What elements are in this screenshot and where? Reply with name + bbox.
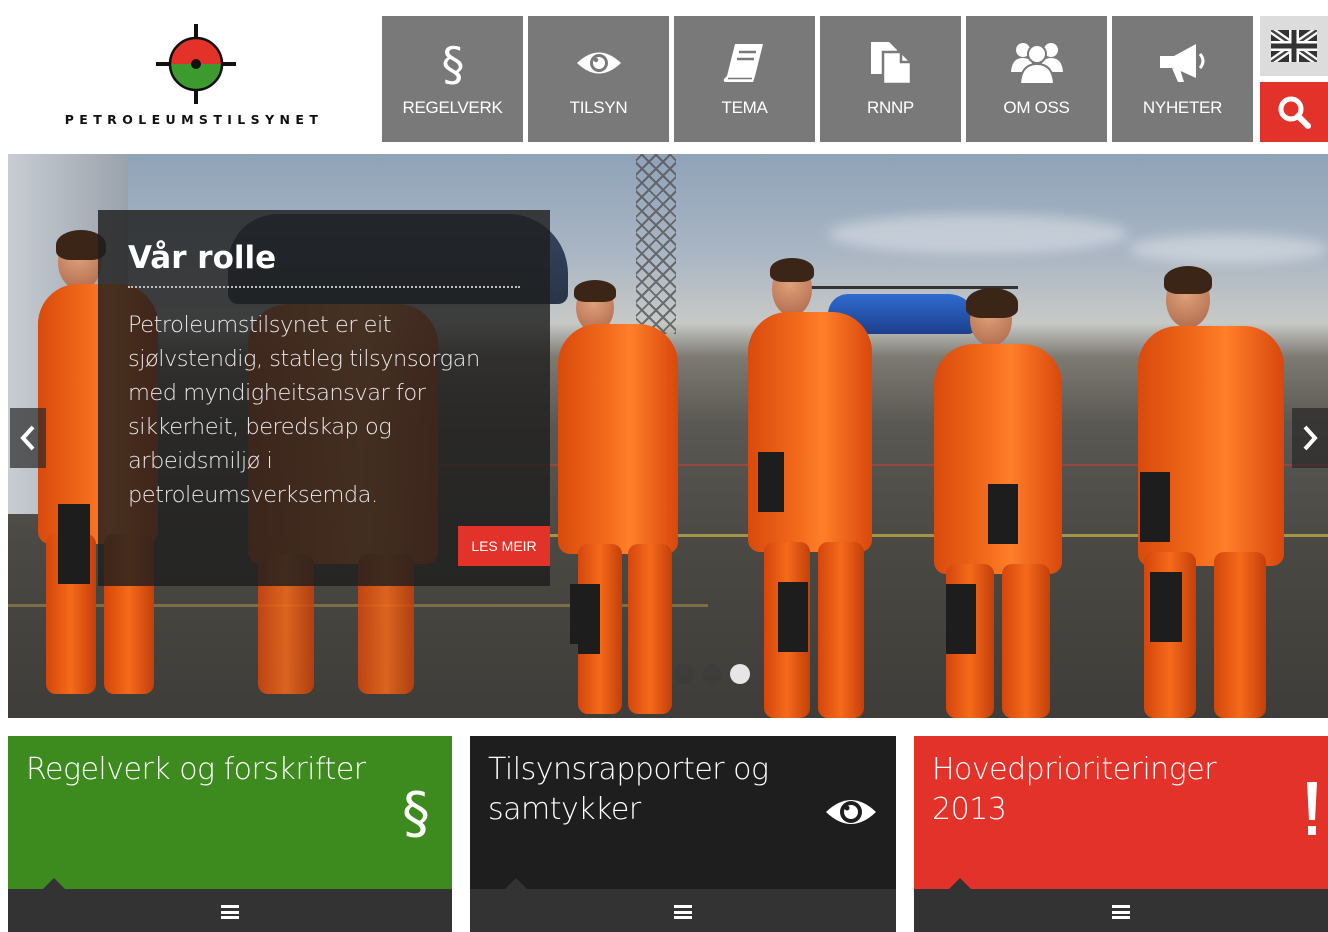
section-icon: §	[400, 780, 432, 846]
eye-icon	[528, 38, 669, 88]
cloud	[828, 214, 1128, 254]
logo-text: PETROLEUMSTILSYNET	[64, 112, 324, 127]
nav-regelverk[interactable]: § REGELVERK	[382, 16, 523, 142]
chevron-right-icon	[1303, 425, 1318, 451]
nav-om-oss[interactable]: OM OSS	[966, 16, 1107, 142]
tile-title: Tilsynsrapporter og samtykker	[488, 752, 769, 827]
person-figure	[748, 258, 878, 718]
tile-hovedprioriteringer[interactable]: Hovedprioriteringer 2013	[914, 736, 1328, 932]
carousel-indicators	[674, 664, 750, 684]
tile-tilsynsrapporter[interactable]: Tilsynsrapporter og samtykker	[470, 736, 896, 932]
exclamation-icon	[1302, 780, 1322, 845]
hamburger-menu-icon	[1112, 905, 1130, 919]
tile-header: Tilsynsrapporter og samtykker	[470, 736, 896, 889]
nav-label: NYHETER	[1142, 98, 1223, 117]
nav-nyheter[interactable]: NYHETER	[1112, 16, 1253, 142]
tile-title: Hovedprioriteringer 2013	[932, 752, 1217, 827]
hamburger-menu-icon	[674, 905, 692, 919]
nav-label: OM OSS	[1003, 98, 1070, 117]
nav-tema[interactable]: TEMA	[674, 16, 815, 142]
carousel-prev-button[interactable]	[10, 408, 46, 468]
tile-header: Hovedprioriteringer 2013	[914, 736, 1328, 889]
person-figure	[558, 280, 698, 718]
nav-tilsyn[interactable]: TILSYN	[528, 16, 669, 142]
search-icon	[1278, 96, 1311, 129]
megaphone-icon	[1112, 38, 1253, 88]
svg-text:§: §	[441, 38, 464, 88]
nav-label: TEMA	[721, 98, 768, 117]
eye-icon	[824, 794, 878, 835]
svg-text:§: §	[402, 781, 430, 840]
carousel-dot[interactable]	[674, 664, 694, 684]
tile-title: Regelverk og forskrifter	[26, 752, 366, 787]
person-figure	[1130, 266, 1290, 718]
carousel-next-button[interactable]	[1292, 408, 1328, 468]
tile-menu-bar[interactable]	[8, 889, 452, 932]
carousel-dot-active[interactable]	[730, 664, 750, 684]
documents-icon	[820, 38, 961, 88]
nav-label: RNNP	[867, 98, 914, 117]
site-logo[interactable]: PETROLEUMSTILSYNET	[8, 6, 380, 152]
nav-label: REGELVERK	[402, 98, 503, 117]
caption-divider	[128, 286, 520, 288]
nav-label: TILSYN	[569, 98, 628, 117]
group-icon	[966, 38, 1107, 88]
hero-text: Petroleumstilsynet er eit sjølvstendig, …	[128, 312, 480, 508]
tile-regelverk[interactable]: Regelverk og forskrifter §	[8, 736, 452, 932]
read-more-button[interactable]: LES MEIR	[458, 526, 550, 566]
hero-title: Vår rolle	[128, 240, 277, 276]
uk-flag-icon	[1271, 30, 1317, 62]
book-icon	[674, 38, 815, 88]
section-icon: §	[382, 38, 523, 88]
site-header: PETROLEUMSTILSYNET § REGELVERK TILSYN TE…	[8, 6, 1328, 152]
nav-rnnp[interactable]: RNNP	[820, 16, 961, 142]
tile-menu-bar[interactable]	[914, 889, 1328, 932]
hamburger-menu-icon	[221, 905, 239, 919]
cloud	[1128, 234, 1328, 264]
person-figure	[928, 288, 1068, 718]
tile-menu-bar[interactable]	[470, 889, 896, 932]
search-button[interactable]	[1260, 82, 1328, 142]
tile-header: Regelverk og forskrifter §	[8, 736, 452, 889]
chevron-left-icon	[20, 425, 35, 451]
language-button[interactable]	[1260, 16, 1328, 76]
hero-caption: Vår rolle Petroleumstilsynet er eit sjøl…	[98, 210, 550, 586]
crosshair-logo-icon	[156, 24, 236, 104]
carousel-dot[interactable]	[702, 664, 722, 684]
